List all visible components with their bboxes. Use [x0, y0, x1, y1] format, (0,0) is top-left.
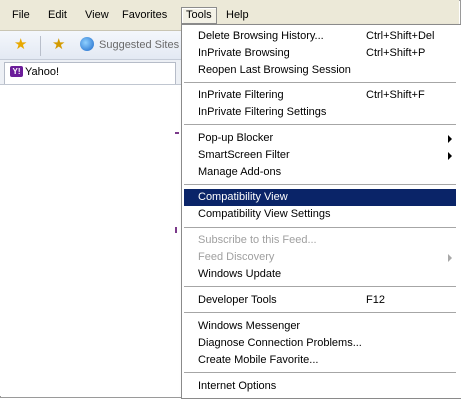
submenu-arrow-icon: [448, 135, 452, 143]
add-to-favorites-icon[interactable]: ★: [52, 37, 65, 52]
menu-tools[interactable]: Tools: [181, 7, 217, 24]
menu-item-label: Diagnose Connection Problems...: [198, 337, 362, 349]
menu-item-delete-browsing-history[interactable]: Delete Browsing History... Ctrl+Shift+De…: [184, 28, 456, 45]
menu-item-developer-tools[interactable]: Developer Tools F12: [184, 292, 456, 309]
menu-separator: [184, 227, 456, 229]
menu-item-shortcut: F12: [366, 294, 385, 306]
menu-item-compatibility-view-settings[interactable]: Compatibility View Settings: [184, 206, 456, 223]
menu-view[interactable]: View: [81, 8, 113, 23]
menu-item-windows-update[interactable]: Windows Update: [184, 266, 456, 283]
favorites-star-icon[interactable]: ★: [14, 37, 27, 52]
menu-item-smartscreen-filter[interactable]: SmartScreen Filter: [184, 147, 456, 164]
menu-separator: [184, 82, 456, 84]
menu-item-subscribe-feed: Subscribe to this Feed...: [184, 232, 456, 249]
menu-item-label: Compatibility View Settings: [198, 208, 331, 220]
menu-item-inprivate-browsing[interactable]: InPrivate Browsing Ctrl+Shift+P: [184, 45, 456, 62]
page-decoration: [175, 227, 177, 233]
menu-item-label: Pop-up Blocker: [198, 132, 274, 144]
menu-item-manage-add-ons[interactable]: Manage Add-ons: [184, 164, 456, 181]
menu-separator: [184, 312, 456, 314]
submenu-arrow-icon: [448, 152, 452, 160]
ie-page-icon: [80, 37, 94, 51]
menu-item-feed-discovery: Feed Discovery: [184, 249, 456, 266]
menu-item-internet-options[interactable]: Internet Options: [184, 378, 456, 395]
menu-item-label: Create Mobile Favorite...: [198, 354, 319, 366]
menu-item-inprivate-filtering-settings[interactable]: InPrivate Filtering Settings: [184, 104, 456, 121]
menu-item-label: Internet Options: [198, 380, 277, 392]
submenu-arrow-icon: [448, 254, 452, 262]
menu-item-shortcut: Ctrl+Shift+P: [366, 47, 426, 59]
menu-item-label: Reopen Last Browsing Session: [198, 64, 351, 76]
menu-edit[interactable]: Edit: [44, 8, 71, 23]
menu-item-shortcut: Ctrl+Shift+F: [366, 89, 425, 101]
menu-item-label: Compatibility View: [198, 191, 288, 203]
menu-item-label: Manage Add-ons: [198, 166, 282, 178]
menu-item-shortcut: Ctrl+Shift+Del: [366, 30, 435, 42]
menu-separator: [184, 286, 456, 288]
menu-item-label: Subscribe to this Feed...: [198, 234, 317, 246]
suggested-sites-link[interactable]: Suggested Sites: [99, 39, 179, 51]
menu-item-label: Windows Update: [198, 268, 282, 280]
menu-item-label: InPrivate Browsing: [198, 47, 290, 59]
yahoo-favicon-icon: Y!: [10, 66, 23, 77]
menu-separator: [184, 184, 456, 186]
menu-item-create-mobile-favorite[interactable]: Create Mobile Favorite...: [184, 352, 456, 369]
menu-separator: [184, 124, 456, 126]
menu-separator: [184, 372, 456, 374]
menu-item-diagnose-connection[interactable]: Diagnose Connection Problems...: [184, 335, 456, 352]
menu-favorites[interactable]: Favorites: [118, 8, 171, 23]
page-decoration: [175, 132, 179, 134]
page-content: [0, 85, 180, 396]
menu-item-windows-messenger[interactable]: Windows Messenger: [184, 318, 456, 335]
menu-item-inprivate-filtering[interactable]: InPrivate Filtering Ctrl+Shift+F: [184, 87, 456, 104]
menu-item-label: Feed Discovery: [198, 251, 275, 263]
menu-item-reopen-last-session[interactable]: Reopen Last Browsing Session: [184, 62, 456, 79]
menu-item-label: Windows Messenger: [198, 320, 301, 332]
menu-item-label: Developer Tools: [198, 294, 277, 306]
menu-file[interactable]: File: [8, 8, 34, 23]
menu-item-popup-blocker[interactable]: Pop-up Blocker: [184, 130, 456, 147]
menu-item-label: SmartScreen Filter: [198, 149, 290, 161]
menu-item-label: InPrivate Filtering Settings: [198, 106, 327, 118]
tab-label: Yahoo!: [25, 66, 60, 78]
toolbar-divider: [40, 36, 41, 56]
menu-item-label: InPrivate Filtering: [198, 89, 284, 101]
menu-item-compatibility-view[interactable]: Compatibility View: [184, 189, 456, 206]
menu-item-label: Delete Browsing History...: [198, 30, 324, 42]
menu-help[interactable]: Help: [222, 8, 253, 23]
